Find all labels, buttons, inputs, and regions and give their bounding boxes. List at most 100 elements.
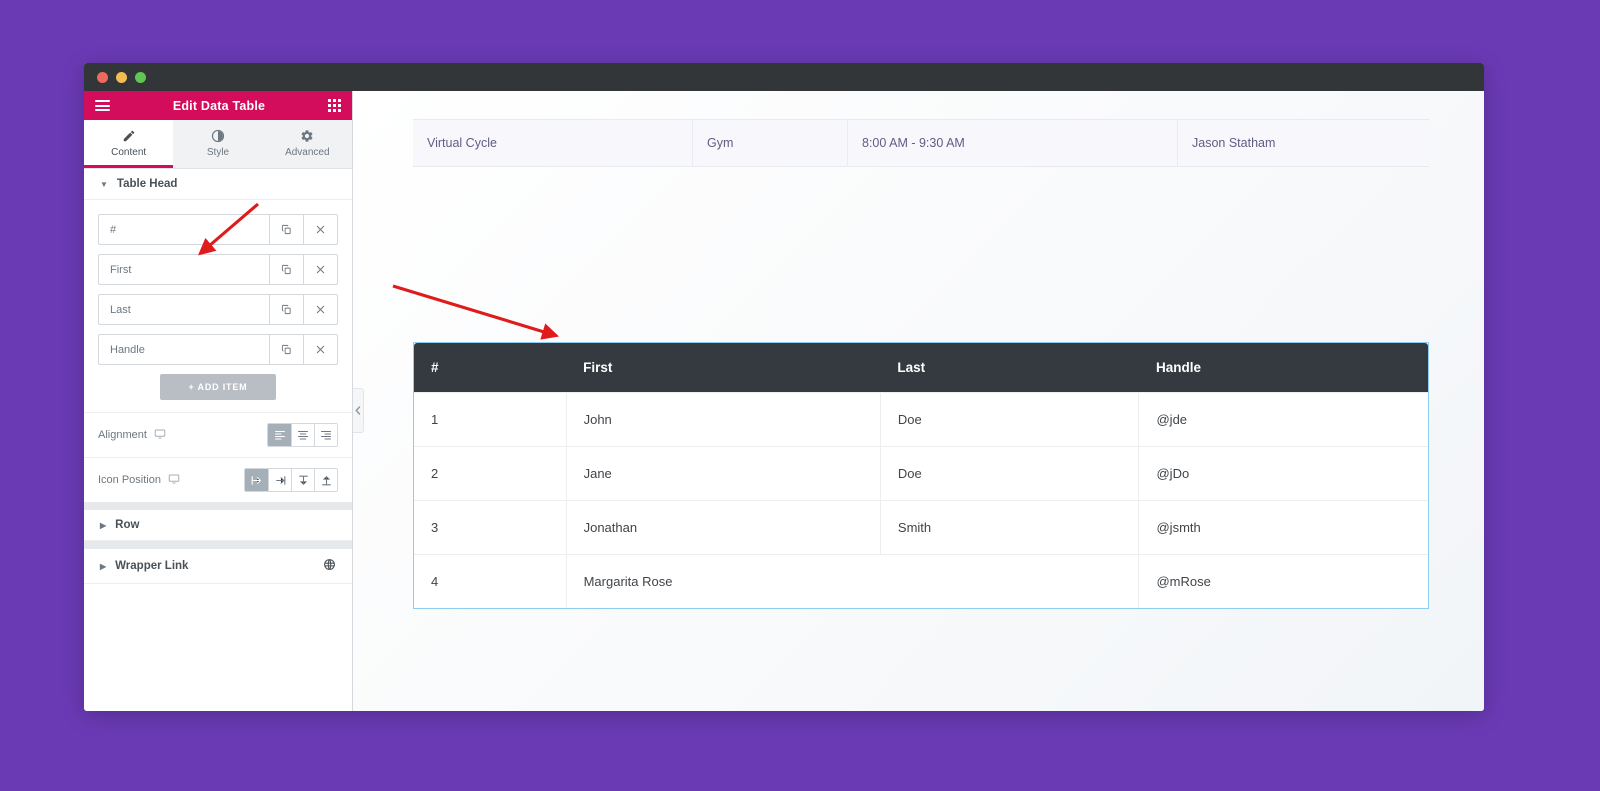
icon-bottom-icon[interactable] xyxy=(314,469,337,491)
table-row: 1 John Doe @jde xyxy=(414,392,1428,447)
table-cell: Smith xyxy=(879,500,1140,555)
icon-top-icon[interactable] xyxy=(291,469,314,491)
icon-right-icon[interactable] xyxy=(268,469,291,491)
top-partial-cell: 8:00 AM - 9:30 AM xyxy=(848,119,1178,167)
table-header-cell[interactable]: First xyxy=(566,343,881,393)
table-head-item[interactable]: First xyxy=(98,254,338,285)
section-wrapper-link-left: ▶ Wrapper Link xyxy=(100,560,188,572)
maximize-window-button[interactable] xyxy=(135,71,146,83)
data-table-head: # First Last Handle xyxy=(414,343,1428,393)
table-head-item-label[interactable]: # xyxy=(99,215,269,244)
section-row[interactable]: ▶ Row xyxy=(84,510,352,541)
panel-header: Edit Data Table xyxy=(84,91,352,120)
top-partial-table-row: Virtual Cycle Gym 8:00 AM - 9:30 AM Jaso… xyxy=(413,119,1429,167)
table-cell: John xyxy=(565,392,881,447)
data-table-body: 1 John Doe @jde 2 Jane Doe @jDo 3 Jonath… xyxy=(414,392,1428,608)
alignment-label: Alignment xyxy=(98,429,147,441)
section-wrapper-link[interactable]: ▶ Wrapper Link xyxy=(84,549,352,584)
table-head-item[interactable]: Last xyxy=(98,294,338,325)
chevron-down-icon: ▼ xyxy=(100,179,108,189)
section-table-head-label: Table Head xyxy=(116,178,178,190)
contrast-icon xyxy=(173,127,262,144)
table-cell: Doe xyxy=(879,446,1140,501)
table-cell: 2 xyxy=(414,446,567,501)
duplicate-icon[interactable] xyxy=(269,295,303,324)
chevron-left-icon xyxy=(355,406,361,415)
close-window-button[interactable] xyxy=(97,71,108,83)
tab-advanced[interactable]: Advanced xyxy=(263,120,352,168)
top-partial-cell: Jason Statham xyxy=(1192,136,1276,150)
data-table: # First Last Handle 1 John Doe @jde 2 Ja… xyxy=(414,343,1428,608)
icon-position-control-row: Icon Position xyxy=(84,457,352,502)
duplicate-icon[interactable] xyxy=(269,255,303,284)
chevron-right-icon: ▶ xyxy=(100,520,107,530)
table-header-cell[interactable]: Last xyxy=(880,343,1139,393)
tab-style-label: Style xyxy=(206,147,230,158)
table-head-item-label[interactable]: Last xyxy=(99,295,269,324)
chevron-right-icon: ▶ xyxy=(100,561,107,571)
align-left-icon[interactable] xyxy=(268,424,291,446)
window-body: Edit Data Table Content Style Advanced ▼… xyxy=(84,91,1484,711)
panel-title: Edit Data Table xyxy=(172,98,266,113)
icon-left-icon[interactable] xyxy=(245,469,268,491)
close-icon[interactable] xyxy=(303,255,337,284)
align-right-icon[interactable] xyxy=(314,424,337,446)
section-wrapper-link-label: Wrapper Link xyxy=(115,560,189,572)
alignment-choices xyxy=(267,423,338,447)
preview-canvas: Virtual Cycle Gym 8:00 AM - 9:30 AM Jaso… xyxy=(353,91,1484,711)
table-head-item-label[interactable]: First xyxy=(99,255,269,284)
table-header-row: # First Last Handle xyxy=(414,343,1428,393)
section-divider xyxy=(84,541,352,549)
grid-apps-icon[interactable] xyxy=(328,99,341,112)
table-head-items-list: # First Last Handle + ADD ITEM xyxy=(84,200,352,400)
table-cell: @jDo xyxy=(1138,446,1428,501)
table-cell: 3 xyxy=(414,500,567,555)
editor-panel: Edit Data Table Content Style Advanced ▼… xyxy=(84,91,353,711)
table-cell: Doe xyxy=(879,392,1140,447)
table-head-item[interactable]: # xyxy=(98,214,338,245)
duplicate-icon[interactable] xyxy=(269,335,303,364)
align-center-icon[interactable] xyxy=(291,424,314,446)
close-icon[interactable] xyxy=(303,215,337,244)
panel-tabs: Content Style Advanced xyxy=(84,120,352,169)
icon-position-choices xyxy=(244,468,338,492)
desktop-icon[interactable] xyxy=(168,473,180,488)
table-head-item[interactable]: Handle xyxy=(98,334,338,365)
table-cell: @jsmth xyxy=(1138,500,1428,555)
icon-position-label-group: Icon Position xyxy=(98,473,180,488)
pencil-icon xyxy=(84,127,173,144)
top-partial-cell: Virtual Cycle xyxy=(413,119,693,167)
collapse-panel-handle[interactable] xyxy=(353,388,364,433)
alignment-control-row: Alignment xyxy=(84,412,352,457)
section-divider xyxy=(84,502,352,510)
add-item-button[interactable]: + ADD ITEM xyxy=(160,374,276,400)
data-table-widget[interactable]: # First Last Handle 1 John Doe @jde 2 Ja… xyxy=(413,342,1429,609)
hamburger-icon[interactable] xyxy=(95,98,110,114)
section-table-head[interactable]: ▼ Table Head xyxy=(84,169,352,200)
close-icon[interactable] xyxy=(303,335,337,364)
table-row: 2 Jane Doe @jDo xyxy=(414,446,1428,501)
duplicate-icon[interactable] xyxy=(269,215,303,244)
table-header-cell[interactable]: Handle xyxy=(1138,343,1428,393)
table-cell: Jane xyxy=(565,446,881,501)
table-cell: 1 xyxy=(414,392,567,447)
minimize-window-button[interactable] xyxy=(116,71,127,83)
table-cell: @jde xyxy=(1138,392,1428,447)
table-header-cell[interactable]: # xyxy=(414,343,567,393)
table-cell: @mRose xyxy=(1138,554,1428,608)
tab-content[interactable]: Content xyxy=(84,120,174,168)
tab-advanced-label: Advanced xyxy=(285,147,330,158)
browser-window: Edit Data Table Content Style Advanced ▼… xyxy=(84,63,1484,711)
tab-style[interactable]: Style xyxy=(173,120,262,168)
desktop-icon[interactable] xyxy=(154,428,166,443)
globe-link-icon[interactable] xyxy=(323,558,336,574)
icon-position-label: Icon Position xyxy=(98,474,161,486)
table-cell: Margarita Rose xyxy=(565,554,1140,608)
table-head-item-label[interactable]: Handle xyxy=(99,335,269,364)
table-cell: Jonathan xyxy=(565,500,881,555)
table-row: 4 Margarita Rose @mRose xyxy=(414,554,1428,608)
close-icon[interactable] xyxy=(303,295,337,324)
top-partial-cell: Gym xyxy=(693,119,848,167)
alignment-label-group: Alignment xyxy=(98,428,166,443)
tab-content-label: Content xyxy=(111,147,147,158)
